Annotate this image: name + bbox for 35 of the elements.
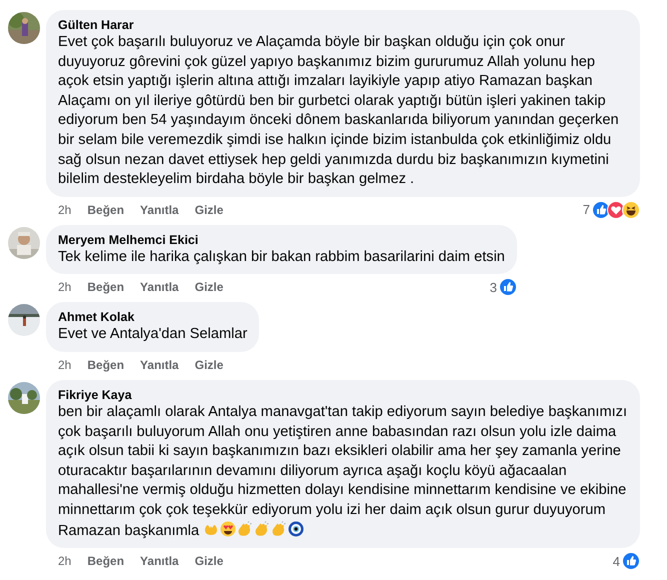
comment-text: Evet ve Antalya'dan Selamlar	[58, 325, 248, 344]
action-link[interactable]: Beğen	[87, 202, 124, 217]
timestamp[interactable]: 2h	[58, 554, 72, 568]
author-name[interactable]: Meryem Melhemci Ekici	[58, 232, 505, 248]
action-link[interactable]: Yanıtla	[140, 202, 179, 217]
clapping-hands-icon	[254, 520, 270, 536]
eye-bead-icon	[288, 520, 304, 536]
action-link[interactable]: Beğen	[87, 280, 124, 294]
author-name[interactable]: Fikriye Kaya	[58, 386, 628, 403]
action-link[interactable]: Beğen	[87, 554, 124, 568]
clapping-hands-icon	[237, 520, 254, 536]
clapping-hands-icon	[271, 520, 288, 536]
action-link[interactable]: Yanıtla	[140, 358, 179, 372]
smiley-icon	[220, 520, 236, 536]
laughing-face-icon	[622, 200, 640, 219]
timestamp[interactable]: 2h	[58, 280, 72, 294]
action-link[interactable]: Beğen	[87, 358, 124, 372]
action-link[interactable]: Gizle	[194, 280, 224, 294]
reaction-count[interactable]: 7	[582, 202, 590, 218]
timestamp[interactable]: 2h	[58, 202, 72, 217]
action-link[interactable]: Gizle	[194, 358, 224, 372]
timestamp[interactable]: 2h	[58, 358, 72, 372]
reaction-count[interactable]: 4	[612, 554, 620, 569]
author-name[interactable]: Gülten Harar	[58, 17, 628, 33]
thumbs-up-icon	[622, 552, 640, 570]
comment-text: Tek kelime ile harika çalışkan bir bakan rabbim basarilarini daim etsin	[58, 248, 505, 267]
action-link[interactable]: Yanıtla	[140, 554, 179, 568]
thumbs-up-icon	[498, 278, 517, 296]
action-link[interactable]: Gizle	[194, 554, 224, 568]
comment-text: ben bir alaçamlı olarak Antalya manavgat'tan takip ediyorum sayın belediye başkanımızı çok başarılı buluyorum Allah onu yetiştiren anne babasından razı olsun yolu izle daima açık olsun tabii ki sayın başkanımızın bazı eksikleri olabilir ama her şey zamanla yerine oturacaktır başarılarının devamını diliyorum ayrıca aşağı koçlu köyü ağacaalan mahallesi'ne vermiş olduğu hizmetten dolayı kendisine minnettarım kendisine ve ekibine minnettarım çok çok teşekkür ediyorum yolu izi her daim açık olsun gurur duyuyorum Ramazan başkanımla	[58, 402, 628, 540]
comment-text: Evet çok başarılı buluyoruz ve Alaçamda böyle bir başkan olduğu için çok onur duyuyoruz gôrevini çok güzel yapıyo başkanımız bizim gururumuz Allah yolunu hep açok etsin yaptığı işlerin altına attığı imzaları layikiyle yapıp atiyo Ramazan başkan Alaçamı on yıl ileriye gôtürdü ben bir gurbetci olarak yaptığı bütün işleri yakinen takip ediyorum ben 54 yaşındayım önceki dônem baskanlarıda biliyorum yanından geçerken bir selam bile veremezdik şimdi ise halkın içinde bizim istanbulda çok etkinliğimiz oldu sağ olsun nezan davet ettiysek hep geldi yanımızda durdu biz başkanımızın kıymetini bilelim destekleyelim birdaha böyle bir başkan gelmez .	[58, 33, 620, 190]
action-link[interactable]: Yanıtla	[140, 280, 179, 294]
reaction-count[interactable]: 3	[490, 280, 497, 295]
author-name[interactable]: Ahmet Kolak	[58, 309, 248, 326]
action-link[interactable]: Gizle	[194, 202, 224, 217]
